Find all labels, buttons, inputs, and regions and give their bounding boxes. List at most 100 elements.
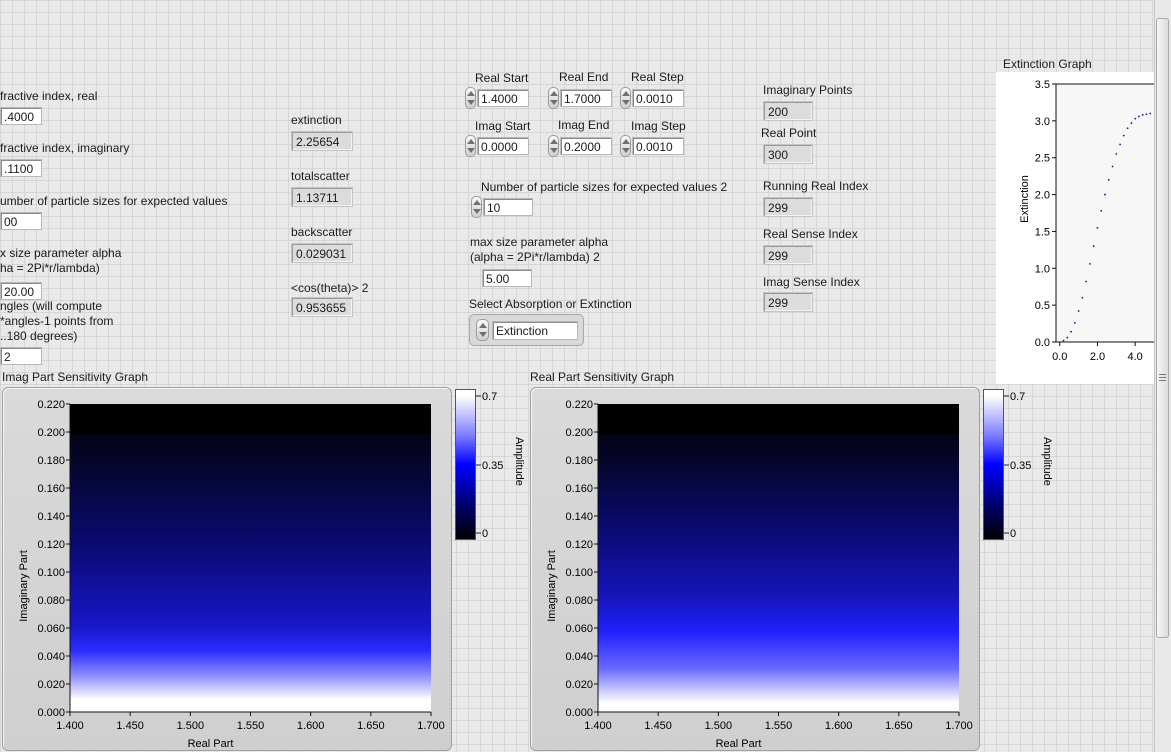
- increment-arrow-icon[interactable]: [622, 139, 630, 144]
- scatter-point: [1081, 296, 1084, 299]
- real-point-label: Real Point: [761, 126, 817, 140]
- num-sizes2-stepper[interactable]: [471, 196, 482, 218]
- scatter-point: [1149, 112, 1152, 115]
- real-sense-label: Real Sense Index: [763, 227, 858, 241]
- y-tick-label: 0.220: [37, 399, 65, 411]
- num-sizes2-label: Number of particle sizes for expected va…: [481, 180, 728, 194]
- real-step-input[interactable]: 0.0010: [632, 89, 684, 107]
- imag-end-input[interactable]: 0.2000: [560, 137, 612, 155]
- alpha2-label-1: max size parameter alpha: [470, 235, 609, 249]
- refr-real-label: fractive index, real: [0, 89, 98, 103]
- increment-arrow-icon[interactable]: [473, 200, 481, 205]
- num-sizes2-input[interactable]: 10: [483, 198, 533, 216]
- decrement-arrow-icon[interactable]: [550, 100, 558, 105]
- vertical-scrollbar[interactable]: [1154, 0, 1171, 752]
- alpha-label-2: ha = 2Pi*r/lambda): [0, 261, 100, 275]
- scatter-point: [1122, 134, 1125, 137]
- mode-ring-control[interactable]: Extinction: [469, 314, 584, 346]
- decrement-arrow-icon[interactable]: [479, 332, 487, 337]
- imag-sense-value: 299: [763, 292, 813, 312]
- imag-start-label: Imag Start: [475, 119, 531, 133]
- increment-arrow-icon[interactable]: [479, 323, 487, 328]
- angles-input[interactable]: 2: [0, 347, 42, 365]
- scatter-point: [1134, 117, 1137, 120]
- y-tick-label: 0.140: [565, 511, 593, 523]
- decrement-arrow-icon[interactable]: [550, 148, 558, 153]
- scatter-point: [1070, 330, 1072, 333]
- decrement-arrow-icon[interactable]: [467, 100, 475, 105]
- colorbar-tick-label: 0.35: [1010, 460, 1031, 472]
- scatter-point: [1092, 245, 1095, 248]
- cos-theta-label: <cos(theta)> 2: [291, 281, 369, 295]
- x-tick-label: 1.650: [357, 720, 385, 732]
- extinction-graph-svg: 0.0 0.5 1.0 1.5 2.0 2.5 3.0 3.5 0.0 2.0 4.0 Extinct…: [1019, 79, 1154, 363]
- imag-sens-axes: 1.400 1.450 1.500 1.550 1.600 1.650 1.700 0.000…: [18, 399, 445, 750]
- backscatter-value: 0.029031: [291, 243, 353, 263]
- imag-sens-graph-title: Imag Part Sensitivity Graph: [2, 370, 149, 384]
- x-tick-label: 1.500: [177, 720, 205, 732]
- y-axis-label: Extinction: [1019, 175, 1031, 223]
- imag-start-input[interactable]: 0.0000: [477, 137, 529, 155]
- decrement-arrow-icon[interactable]: [473, 209, 481, 214]
- increment-arrow-icon[interactable]: [467, 139, 475, 144]
- scatter-point: [1130, 122, 1133, 124]
- real-step-stepper[interactable]: [620, 87, 631, 109]
- imag-sens-colorbar-scale: 0.7 0.35 0 Amplitude: [476, 391, 525, 540]
- imag-start-stepper[interactable]: [465, 135, 476, 157]
- imag-step-input[interactable]: 0.0010: [632, 137, 684, 155]
- x-tick-label: 2.0: [1090, 351, 1105, 363]
- y-tick-label: 0.100: [565, 567, 593, 579]
- alpha-input[interactable]: 20.00: [0, 282, 42, 300]
- y-tick-label: 3.0: [1035, 116, 1050, 128]
- scatter-point: [1138, 115, 1140, 118]
- real-end-input[interactable]: 1.7000: [560, 89, 612, 107]
- colorbar-tick-label: 0.7: [482, 391, 497, 403]
- decrement-arrow-icon[interactable]: [467, 148, 475, 153]
- scatter-point: [1145, 113, 1148, 116]
- x-tick-label: 1.500: [705, 720, 733, 732]
- num-sizes-input[interactable]: 00: [0, 212, 42, 230]
- scatter-point: [1062, 339, 1065, 342]
- angles-label-3: ..180 degrees): [0, 329, 78, 343]
- y-tick-label: 2.5: [1035, 153, 1050, 165]
- grip-icon: [1159, 380, 1166, 381]
- refr-imag-input[interactable]: .1100: [0, 159, 42, 177]
- scatter-point: [1077, 310, 1080, 312]
- real-point-value: 300: [763, 144, 813, 164]
- x-tick-label: 1.400: [56, 720, 84, 732]
- scrollbar-thumb[interactable]: [1156, 18, 1169, 638]
- increment-arrow-icon[interactable]: [467, 91, 475, 96]
- real-sens-graph[interactable]: 1.400 1.450 1.500 1.550 1.600 1.650 1.700 0.000…: [530, 387, 980, 751]
- real-start-input[interactable]: 1.4000: [477, 89, 529, 107]
- y-tick-label: 3.5: [1035, 79, 1050, 91]
- y-tick-label: 0.0: [1035, 337, 1050, 349]
- increment-arrow-icon[interactable]: [550, 91, 558, 96]
- imag-sens-graph[interactable]: 1.400 1.450 1.500 1.550 1.600 1.650 1.700 0.000…: [2, 387, 452, 751]
- plot-area: [1056, 84, 1154, 342]
- imag-end-stepper[interactable]: [548, 135, 559, 157]
- refr-real-input[interactable]: .4000: [0, 107, 42, 125]
- y-tick-label: 0.180: [37, 455, 65, 467]
- mode-ring-value[interactable]: Extinction: [492, 321, 578, 340]
- alpha2-input[interactable]: 5.00: [482, 269, 532, 287]
- scatter-point: [1111, 165, 1114, 168]
- real-end-stepper[interactable]: [548, 87, 559, 109]
- real-sens-colorbar[interactable]: [983, 389, 1004, 540]
- x-tick-label: 1.550: [765, 720, 793, 732]
- real-start-stepper[interactable]: [465, 87, 476, 109]
- imag-points-value: 200: [763, 101, 813, 121]
- x-tick-label: 1.550: [237, 720, 265, 732]
- increment-arrow-icon[interactable]: [622, 91, 630, 96]
- x-tick-label: 1.600: [825, 720, 853, 732]
- imag-sens-colorbar[interactable]: [455, 389, 476, 540]
- y-tick-label: 0.200: [37, 427, 65, 439]
- refr-imag-label: fractive index, imaginary: [0, 141, 130, 155]
- imag-step-stepper[interactable]: [620, 135, 631, 157]
- increment-arrow-icon[interactable]: [550, 139, 558, 144]
- real-sens-axes: 1.400 1.450 1.500 1.550 1.600 1.650 1.700 0.000…: [546, 399, 973, 750]
- decrement-arrow-icon[interactable]: [622, 100, 630, 105]
- scatter-point: [1089, 262, 1091, 265]
- extinction-graph[interactable]: 0.0 0.5 1.0 1.5 2.0 2.5 3.0 3.5 0.0 2.0 4.0 Extinct…: [996, 72, 1154, 384]
- decrement-arrow-icon[interactable]: [622, 148, 630, 153]
- mode-ring-stepper[interactable]: [476, 319, 489, 341]
